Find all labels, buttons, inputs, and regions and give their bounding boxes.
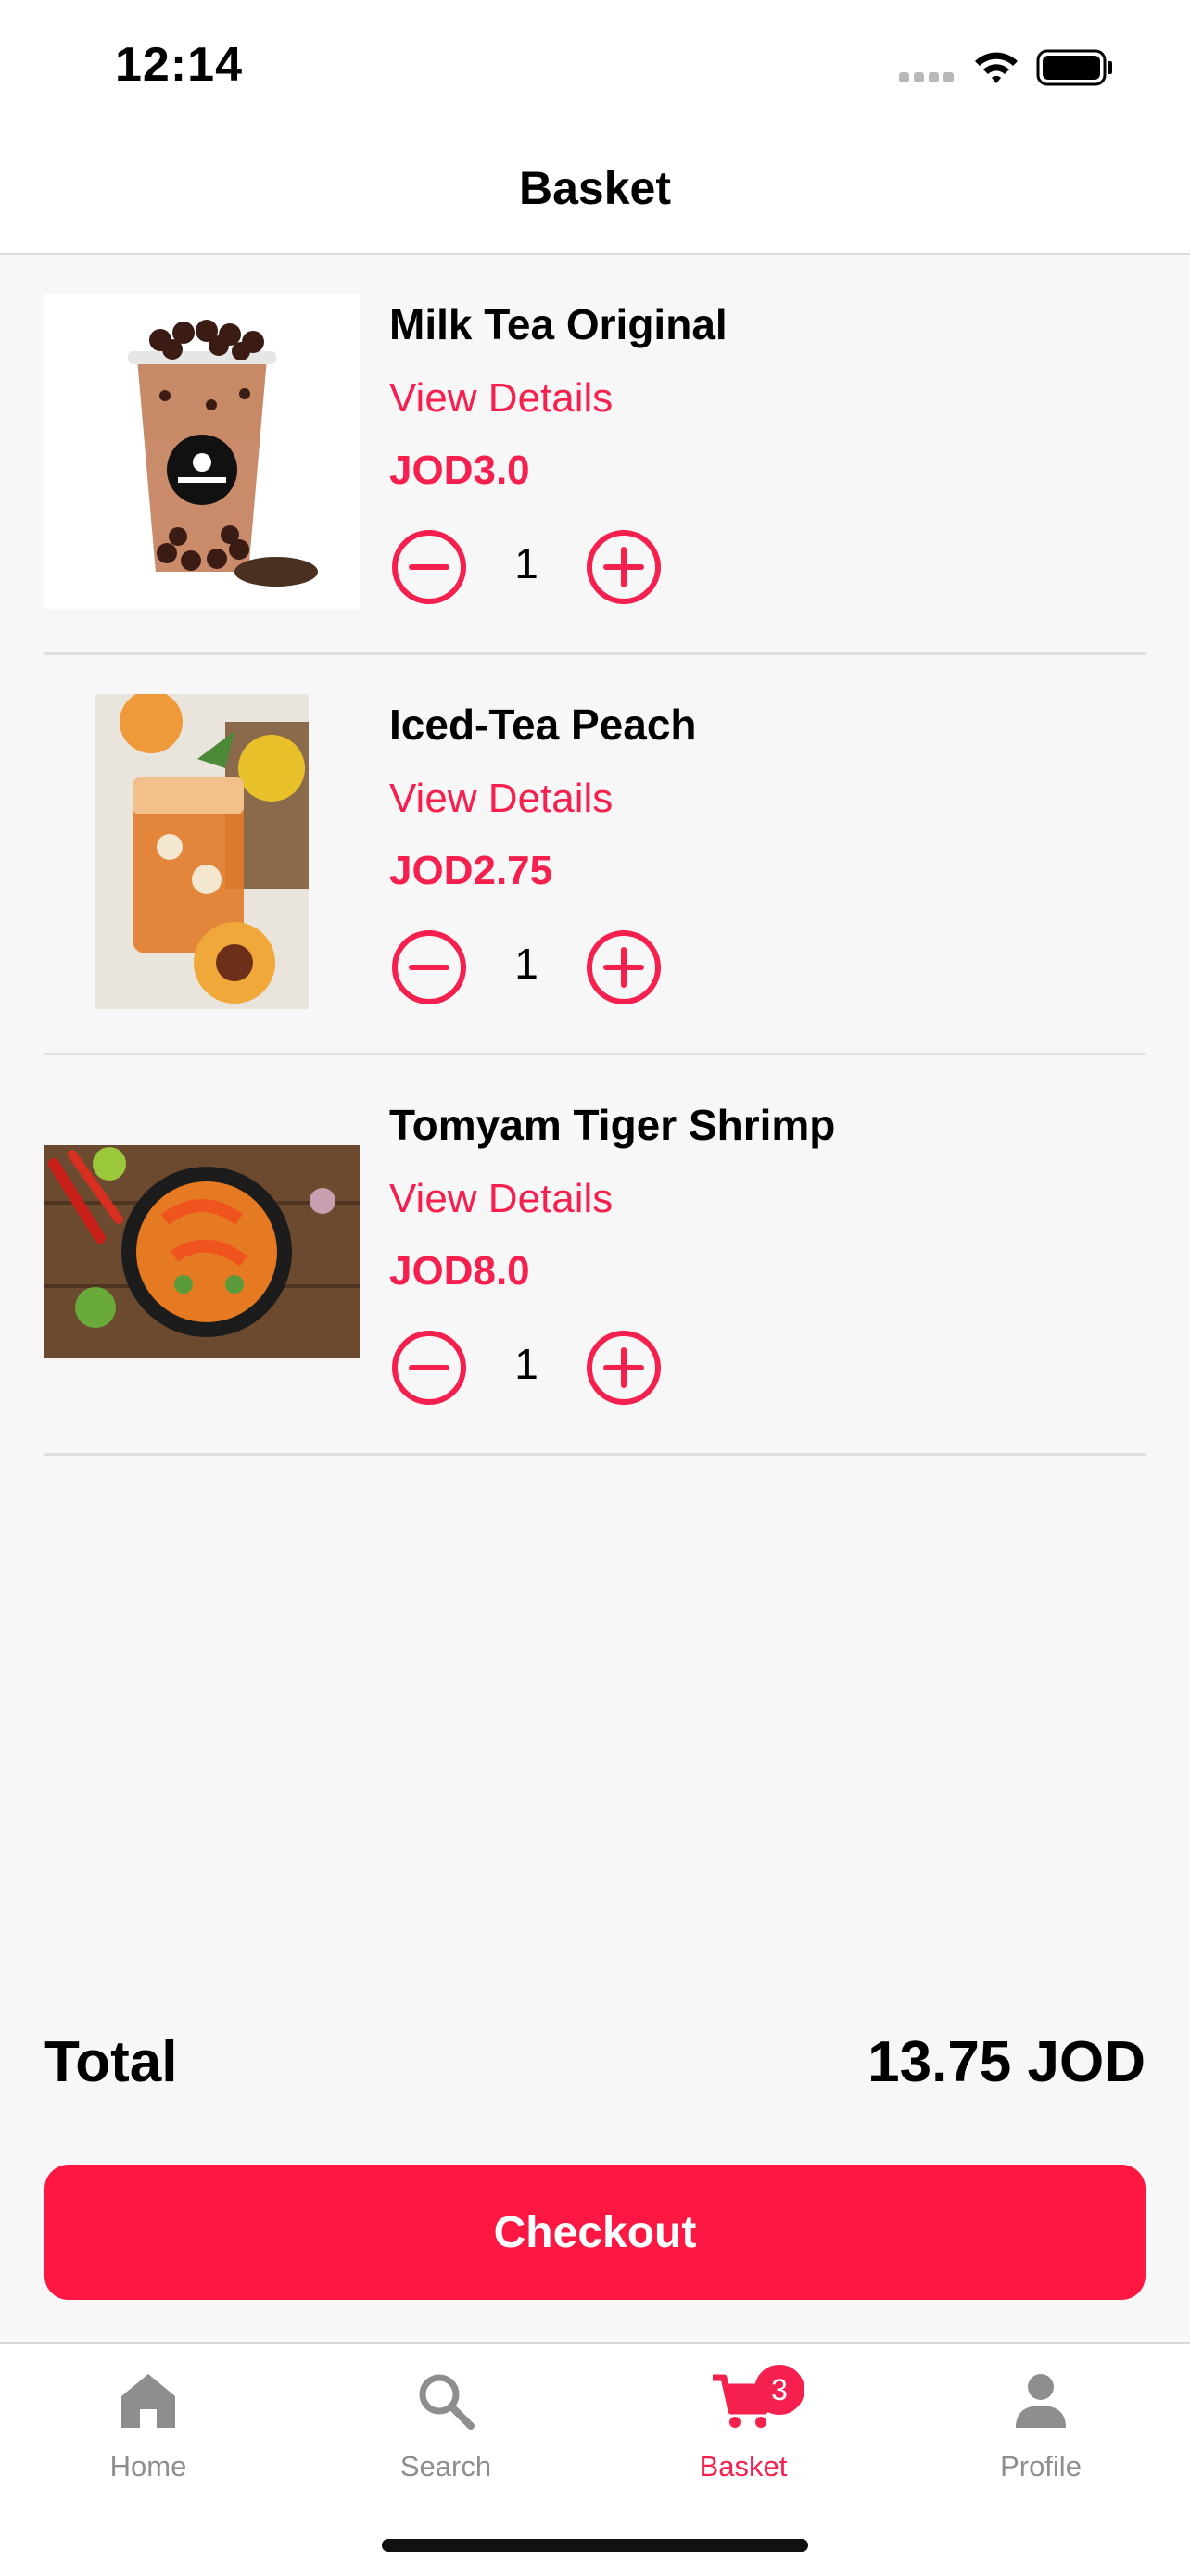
tab-label: Profile bbox=[1000, 2450, 1082, 2482]
increase-quantity-button[interactable] bbox=[584, 527, 664, 607]
view-details-link[interactable]: View Details bbox=[389, 375, 613, 422]
tab-label: Home bbox=[109, 2450, 187, 2482]
basket-item: Tomyam Tiger Shrimp View Details JOD8.0 … bbox=[44, 1055, 1146, 1456]
basket-item: Milk Tea Original View Details JOD3.0 1 bbox=[44, 255, 1146, 655]
tomyam-shrimp-image bbox=[44, 1094, 360, 1409]
status-time: 12:14 bbox=[115, 38, 243, 92]
total-label: Total bbox=[44, 2030, 178, 2094]
person-icon bbox=[1016, 2374, 1066, 2428]
wifi-icon bbox=[975, 52, 1018, 83]
checkout-button[interactable]: Checkout bbox=[44, 2165, 1146, 2300]
tab-basket[interactable]: 3 Basket bbox=[651, 2363, 836, 2502]
item-price: JOD2.75 bbox=[389, 848, 553, 893]
page-title: Basket bbox=[519, 162, 671, 214]
tab-search[interactable]: Search bbox=[353, 2363, 538, 2502]
increase-quantity-button[interactable] bbox=[584, 928, 664, 1007]
view-details-link[interactable]: View Details bbox=[389, 1176, 613, 1222]
home-indicator bbox=[382, 2539, 808, 2552]
status-bar: 12:14 bbox=[0, 0, 1190, 130]
tab-home[interactable]: Home bbox=[56, 2363, 241, 2502]
quantity-value: 1 bbox=[514, 1340, 538, 1388]
increase-quantity-button[interactable] bbox=[584, 1328, 664, 1408]
navigation-bar: Basket bbox=[0, 130, 1190, 255]
total-value: 13.75 JOD bbox=[867, 2030, 1146, 2094]
home-icon bbox=[121, 2374, 175, 2428]
tab-profile[interactable]: Profile bbox=[948, 2363, 1133, 2502]
milk-tea-image bbox=[44, 294, 360, 609]
basket-list: Milk Tea Original View Details JOD3.0 1 bbox=[44, 255, 1146, 1456]
item-price: JOD3.0 bbox=[389, 448, 530, 493]
cart-count-badge: 3 bbox=[754, 2365, 804, 2415]
item-price: JOD8.0 bbox=[389, 1248, 530, 1294]
decrease-quantity-button[interactable] bbox=[389, 928, 469, 1007]
battery-icon bbox=[1036, 49, 1112, 86]
search-icon bbox=[419, 2374, 475, 2430]
view-details-link[interactable]: View Details bbox=[389, 776, 613, 822]
tab-label: Basket bbox=[699, 2450, 788, 2482]
basket-item: Iced-Tea Peach View Details JOD2.75 1 bbox=[44, 655, 1146, 1055]
item-name: Iced-Tea Peach bbox=[389, 701, 697, 749]
cellular-signal-icon bbox=[899, 72, 956, 83]
quantity-value: 1 bbox=[514, 940, 538, 988]
iced-tea-peach-image bbox=[44, 694, 360, 1009]
quantity-value: 1 bbox=[514, 539, 538, 587]
tab-label: Search bbox=[399, 2450, 492, 2482]
item-name: Tomyam Tiger Shrimp bbox=[389, 1101, 836, 1149]
total-row: Total 13.75 JOD bbox=[44, 2029, 1146, 2103]
decrease-quantity-button[interactable] bbox=[389, 1328, 469, 1408]
item-name: Milk Tea Original bbox=[389, 300, 728, 348]
decrease-quantity-button[interactable] bbox=[389, 527, 469, 607]
